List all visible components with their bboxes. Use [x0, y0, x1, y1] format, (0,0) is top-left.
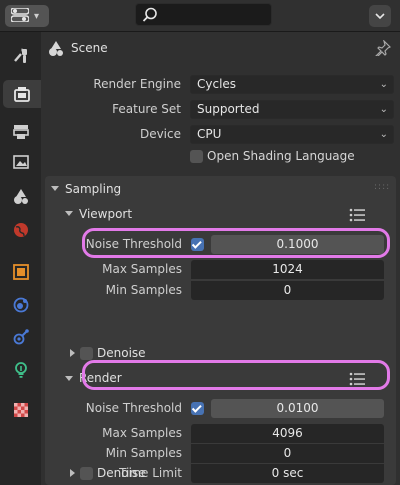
camera-back-icon	[14, 87, 30, 102]
chevron-down-icon: ⌄	[379, 79, 388, 90]
render-noise-threshold-highlight	[82, 360, 390, 390]
object-icon	[13, 264, 29, 280]
render-noise-threshold-checkbox[interactable]	[191, 402, 204, 415]
tab-texture[interactable]	[7, 396, 35, 424]
pin-icon[interactable]	[375, 40, 391, 56]
feature-set-dropdown[interactable]: Supported ⌄	[190, 100, 394, 119]
tab-output[interactable]	[7, 118, 35, 146]
viewport-denoise-checkbox[interactable]	[80, 347, 93, 360]
render-noise-threshold-label: Noise Threshold	[85, 401, 182, 415]
viewport-title[interactable]: Viewport	[79, 207, 132, 221]
tab-object-data[interactable]	[7, 356, 35, 384]
render-time-limit-field[interactable]: 0 sec	[191, 464, 384, 483]
tab-physics[interactable]	[7, 323, 35, 351]
viewport-min-samples-label: Min Samples	[105, 283, 182, 297]
world-icon	[14, 223, 28, 237]
drag-handle-icon[interactable]: ::::	[374, 182, 390, 192]
viewport-min-samples-field[interactable]: 0	[191, 281, 384, 300]
editor-type-selector[interactable]: ▾	[5, 5, 49, 27]
search-input[interactable]	[135, 3, 272, 26]
properties-editor-icon	[10, 6, 30, 25]
render-engine-value: Cycles	[197, 77, 237, 91]
viewport-max-samples-label: Max Samples	[102, 262, 182, 276]
device-dropdown[interactable]: CPU ⌄	[190, 125, 394, 144]
sampling-disclosure-icon[interactable]	[51, 186, 59, 191]
viewport-noise-threshold-highlight	[82, 228, 390, 258]
viewport-disclosure-icon[interactable]	[65, 211, 73, 216]
tab-modifiers[interactable]	[7, 291, 35, 319]
printer-icon	[13, 125, 29, 139]
viewport-denoise-label[interactable]: Denoise	[97, 346, 146, 360]
chevron-down-icon: ⌄	[379, 129, 388, 140]
device-value: CPU	[197, 127, 222, 141]
panel-header: Scene	[41, 32, 400, 66]
top-bar: ▾	[0, 0, 400, 32]
viewport-denoise-disclosure-icon[interactable]	[70, 349, 75, 357]
osl-label: Open Shading Language	[207, 149, 355, 163]
render-denoise-disclosure-icon[interactable]	[70, 469, 75, 477]
chevron-down-icon: ⌄	[379, 104, 388, 115]
render-min-samples-field[interactable]: 0	[191, 444, 384, 463]
tab-view-layer[interactable]	[7, 148, 35, 176]
render-max-samples-label: Max Samples	[102, 426, 182, 440]
tab-object[interactable]	[7, 258, 35, 286]
image-icon	[13, 155, 29, 169]
render-disclosure-icon[interactable]	[65, 376, 73, 381]
scene-label: Scene	[71, 41, 108, 55]
search-icon	[142, 7, 157, 22]
feature-set-label: Feature Set	[112, 102, 181, 116]
render-denoise-label[interactable]: Denoise	[97, 466, 146, 480]
device-label: Device	[139, 127, 181, 141]
properties-tabs	[0, 32, 41, 485]
feature-set-value: Supported	[197, 102, 260, 116]
tab-world[interactable]	[7, 216, 35, 244]
lightbulb-icon	[15, 362, 27, 378]
orbit-icon	[13, 297, 29, 313]
constraint-icon	[13, 329, 29, 345]
render-denoise-checkbox[interactable]	[80, 467, 93, 480]
sampling-title[interactable]: Sampling	[65, 182, 121, 196]
tab-scene[interactable]	[7, 183, 35, 211]
render-max-samples-field[interactable]: 4096	[191, 424, 384, 443]
render-properties-panel: Scene Render Engine Cycles ⌄ Feature Set…	[41, 32, 400, 485]
chevron-down-icon	[375, 13, 385, 20]
scene-icon	[14, 189, 28, 204]
tab-render[interactable]	[3, 80, 41, 108]
tool-icon	[14, 48, 27, 63]
render-engine-dropdown[interactable]: Cycles ⌄	[190, 75, 394, 94]
options-menu-button[interactable]	[369, 5, 391, 27]
viewport-max-samples-field[interactable]: 1024	[191, 260, 384, 279]
checker-icon	[14, 403, 28, 417]
osl-checkbox[interactable]	[190, 150, 203, 163]
scene-icon	[49, 41, 63, 56]
presets-list-icon[interactable]	[349, 208, 365, 222]
render-min-samples-label: Min Samples	[105, 446, 182, 460]
tab-tool[interactable]	[7, 41, 35, 69]
render-noise-threshold-field[interactable]: 0.0100	[211, 399, 384, 418]
sampling-section: Sampling :::: Viewport Noise Threshold 0…	[45, 176, 396, 485]
chevron-down-icon: ▾	[34, 10, 40, 22]
render-engine-label: Render Engine	[93, 77, 181, 91]
